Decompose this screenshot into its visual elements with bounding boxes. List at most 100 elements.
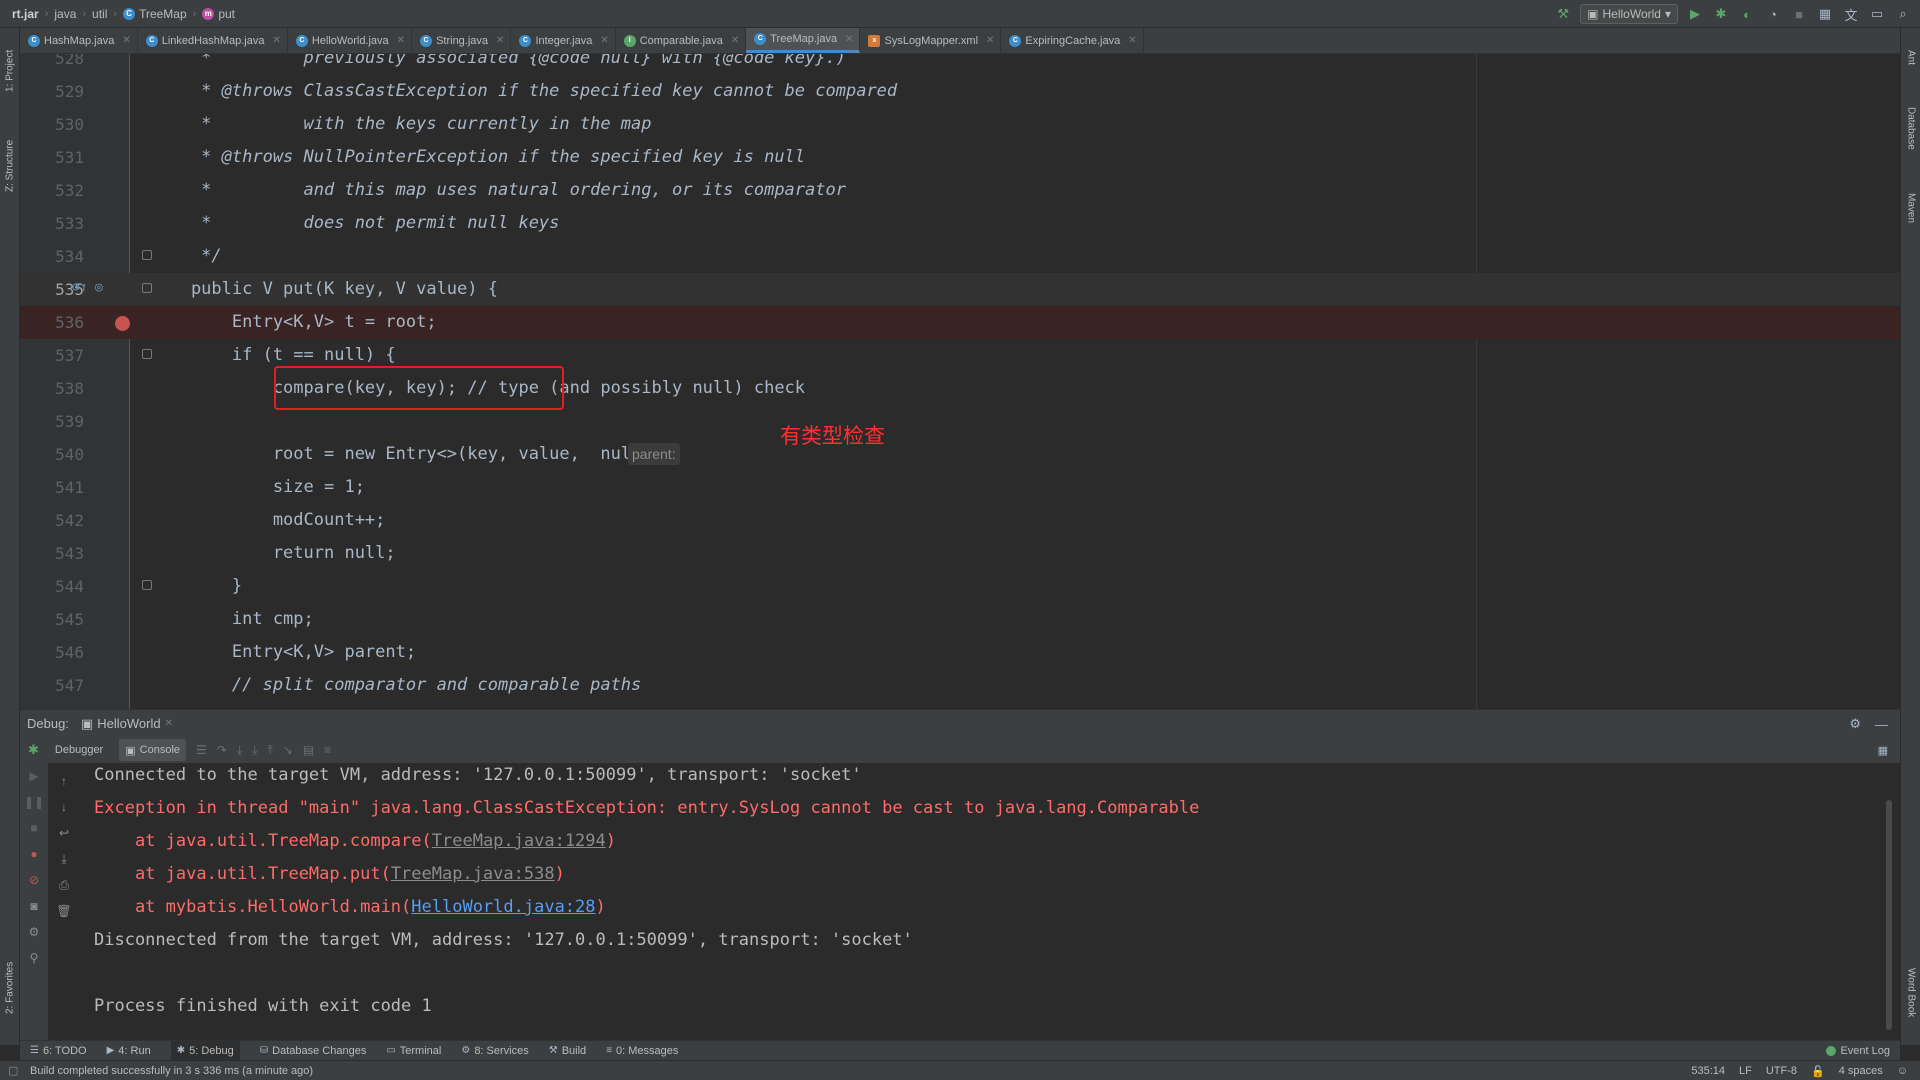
- close-icon[interactable]: ✕: [272, 35, 280, 46]
- tab-treemap[interactable]: C TreeMap.java ✕: [746, 28, 861, 53]
- minimize-icon[interactable]: —: [1875, 717, 1888, 732]
- close-icon[interactable]: ✕: [397, 35, 405, 46]
- structure-tool-button[interactable]: Z: Structure: [0, 126, 20, 206]
- rerun-icon[interactable]: ✱: [28, 742, 39, 758]
- down-arrow-icon[interactable]: ↓: [52, 794, 76, 820]
- tool-debug[interactable]: ✱ 5: Debug: [170, 1040, 240, 1061]
- close-icon[interactable]: ✕: [122, 35, 130, 46]
- code-line[interactable]: 541 size = 1;: [20, 471, 1900, 504]
- breadcrumb-class[interactable]: TreeMap: [139, 7, 187, 21]
- lock-icon[interactable]: 🔓: [1811, 1065, 1825, 1078]
- database-tool-button[interactable]: Database: [1901, 93, 1920, 163]
- fold-marker-icon[interactable]: [142, 283, 152, 293]
- code-line-breakpoint[interactable]: 536 Entry<K,V> t = root;: [20, 306, 1900, 339]
- favorites-tool-button[interactable]: 2: Favorites: [0, 948, 20, 1028]
- trash-icon[interactable]: 🗑: [52, 898, 76, 924]
- debug-session-tab[interactable]: ▣ HelloWorld ✕: [81, 716, 173, 732]
- run-configuration-select[interactable]: ▣ HelloWorld ▾: [1580, 4, 1678, 24]
- breadcrumb-jar[interactable]: rt.jar: [12, 7, 39, 21]
- code-line[interactable]: 547 // split comparator and comparable p…: [20, 669, 1900, 702]
- code-line[interactable]: 534 */: [20, 240, 1900, 273]
- print-icon[interactable]: ⎙: [52, 872, 76, 898]
- code-line[interactable]: 529 * @throws ClassCastException if the …: [20, 75, 1900, 108]
- word-book-tool-button[interactable]: Word Book: [1901, 953, 1920, 1033]
- code-line[interactable]: 532 * and this map uses natural ordering…: [20, 174, 1900, 207]
- tab-comparable[interactable]: I Comparable.java ✕: [616, 28, 747, 53]
- resume-icon[interactable]: ▶: [20, 763, 48, 789]
- mute-breakpoints-icon[interactable]: ⊘: [20, 867, 48, 893]
- fold-marker-icon[interactable]: [142, 580, 152, 590]
- profile-icon[interactable]: ◔: [1764, 5, 1782, 23]
- code-line[interactable]: 543 return null;: [20, 537, 1900, 570]
- code-editor[interactable]: 528 * previously associated {@code null}…: [20, 54, 1900, 709]
- code-line[interactable]: 531 * @throws NullPointerException if th…: [20, 141, 1900, 174]
- close-icon[interactable]: ✕: [496, 35, 504, 46]
- view-breakpoints-icon[interactable]: ●: [20, 841, 48, 867]
- tool-build[interactable]: ⚒ Build: [549, 1045, 586, 1057]
- layout-icon[interactable]: ▦: [1878, 744, 1888, 757]
- run-to-cursor-icon[interactable]: ↘: [283, 743, 293, 757]
- pause-icon[interactable]: ❚❚: [20, 789, 48, 815]
- run-icon[interactable]: ▶: [1686, 5, 1704, 23]
- fold-marker-icon[interactable]: [142, 349, 152, 359]
- ant-tool-button[interactable]: Ant: [1901, 38, 1920, 78]
- pin-icon[interactable]: ⚲: [20, 945, 48, 971]
- stack-link[interactable]: HelloWorld.java:28: [411, 897, 595, 917]
- code-line[interactable]: 542 modCount++;: [20, 504, 1900, 537]
- step-out-icon[interactable]: ⤒: [267, 743, 272, 758]
- tab-console[interactable]: ▣ Console: [119, 739, 186, 761]
- stop-icon[interactable]: ■: [1790, 5, 1808, 23]
- tool-messages[interactable]: ≡ 0: Messages: [606, 1045, 678, 1057]
- tab-linkedhashmap[interactable]: C LinkedHashMap.java ✕: [138, 28, 288, 53]
- close-icon[interactable]: ✕: [986, 35, 994, 46]
- close-icon[interactable]: ✕: [165, 718, 173, 729]
- close-icon[interactable]: ✕: [845, 34, 853, 45]
- console-output[interactable]: Connected to the target VM, address: '12…: [80, 763, 1880, 1040]
- tool-run[interactable]: ▶ 4: Run: [107, 1045, 151, 1057]
- project-tool-button[interactable]: 1: Project: [0, 36, 20, 106]
- fold-marker-icon[interactable]: [142, 250, 152, 260]
- breadcrumb-package-util[interactable]: util: [92, 7, 107, 21]
- step-into-icon[interactable]: ⤓: [237, 743, 242, 758]
- breadcrumb-method[interactable]: put: [218, 7, 235, 21]
- tab-string[interactable]: C String.java ✕: [412, 28, 512, 53]
- code-line-current[interactable]: 535 public V put(K key, V value) {: [20, 273, 1900, 306]
- debug-icon[interactable]: ✱: [1712, 5, 1730, 23]
- layout-toggle-icon[interactable]: ▢: [8, 1064, 18, 1077]
- close-icon[interactable]: ✕: [731, 35, 739, 46]
- file-encoding[interactable]: UTF-8: [1766, 1065, 1797, 1077]
- tab-helloworld[interactable]: C HelloWorld.java ✕: [288, 28, 413, 53]
- method-breakpoint-icon[interactable]: ◎: [95, 280, 103, 295]
- search-icon[interactable]: ⌕: [1894, 5, 1912, 23]
- scrollbar-thumb[interactable]: [1886, 800, 1892, 1030]
- window-icon[interactable]: ▭: [1868, 5, 1886, 23]
- event-log-button[interactable]: Event Log: [1826, 1041, 1890, 1061]
- stack-link[interactable]: TreeMap.java:1294: [432, 831, 606, 851]
- gear-icon[interactable]: ⚙: [1849, 716, 1861, 732]
- code-line[interactable]: 544 }: [20, 570, 1900, 603]
- camera-icon[interactable]: ◙: [20, 893, 48, 919]
- breadcrumb-package-java[interactable]: java: [54, 7, 76, 21]
- soft-wrap-icon[interactable]: ↩: [52, 820, 76, 846]
- tab-syslogmapper[interactable]: x SysLogMapper.xml ✕: [860, 28, 1002, 53]
- code-line[interactable]: 528 * previously associated {@code null}…: [20, 54, 1900, 75]
- line-separator[interactable]: LF: [1739, 1065, 1752, 1077]
- scroll-to-end-icon[interactable]: ⤓: [52, 846, 76, 872]
- caret-position[interactable]: 535:14: [1691, 1065, 1725, 1077]
- force-step-into-icon[interactable]: ⤓: [252, 743, 257, 758]
- breakpoint-icon[interactable]: [115, 316, 130, 331]
- code-line[interactable]: 545 int cmp;: [20, 603, 1900, 636]
- project-structure-icon[interactable]: ▦: [1816, 5, 1834, 23]
- tool-terminal[interactable]: ▭ Terminal: [386, 1045, 441, 1057]
- indent-setting[interactable]: 4 spaces: [1839, 1065, 1883, 1077]
- console-scrollbar[interactable]: [1884, 770, 1892, 1030]
- override-icon[interactable]: ⊙↑: [72, 280, 88, 295]
- tool-database-changes[interactable]: ⛁ Database Changes: [260, 1045, 367, 1057]
- hammer-icon[interactable]: ⚒: [1554, 5, 1572, 23]
- tool-todo[interactable]: ☰ 6: TODO: [30, 1045, 87, 1057]
- close-icon[interactable]: ✕: [1128, 35, 1136, 46]
- coverage-icon[interactable]: ◐: [1738, 5, 1756, 23]
- frames-icon[interactable]: ☰: [196, 743, 207, 757]
- tab-debugger[interactable]: Debugger: [49, 739, 109, 761]
- code-line[interactable]: 533 * does not permit null keys: [20, 207, 1900, 240]
